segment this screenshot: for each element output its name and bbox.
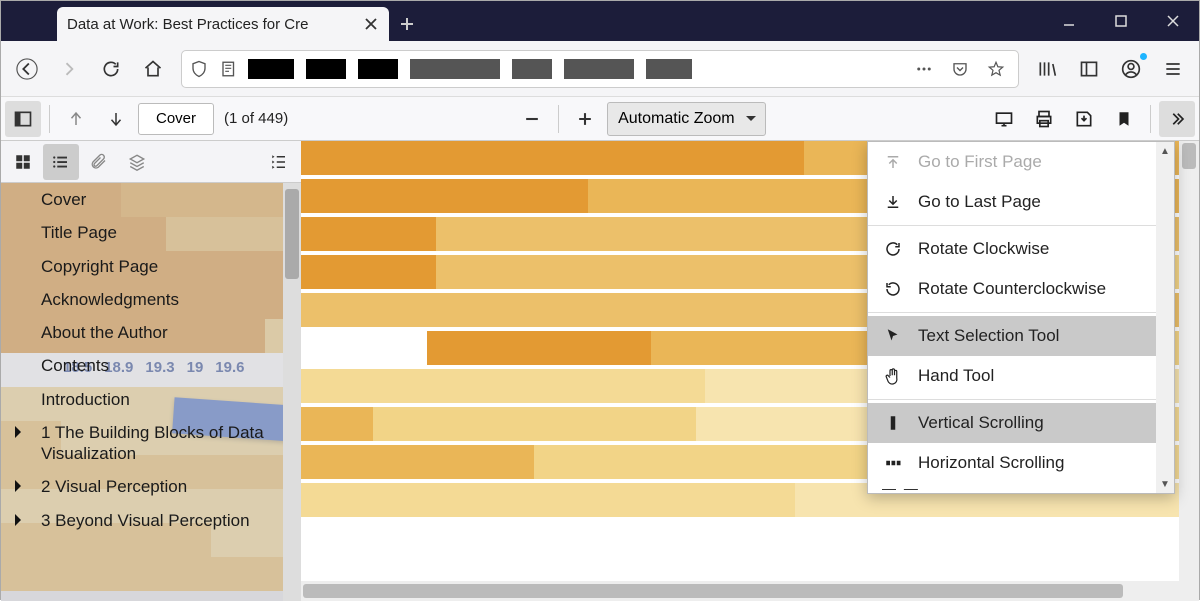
layers-button[interactable] xyxy=(119,144,155,180)
thumbnails-view-button[interactable] xyxy=(5,144,41,180)
page-input[interactable] xyxy=(138,103,214,135)
outline-item[interactable]: About the Author xyxy=(1,316,301,349)
outline-item[interactable]: 2 Visual Perception xyxy=(1,470,301,503)
outline-item[interactable]: 3 Beyond Visual Perception xyxy=(1,504,301,537)
pdf-toolbar: (1 of 449) Automatic Zoom xyxy=(1,97,1199,141)
bookmark-star-icon[interactable] xyxy=(980,49,1012,89)
new-tab-button[interactable] xyxy=(389,7,425,41)
forward-button[interactable] xyxy=(49,49,89,89)
pdf-sidebar: 18.518.919.31919.6 Cover Title Page Copy… xyxy=(1,141,301,601)
zoom-out-button[interactable] xyxy=(514,101,550,137)
shield-icon[interactable] xyxy=(188,58,210,80)
back-button[interactable] xyxy=(7,49,47,89)
outline-item[interactable]: Introduction xyxy=(1,383,301,416)
maximize-button[interactable] xyxy=(1095,1,1147,41)
expand-icon[interactable] xyxy=(15,480,27,492)
outline-item[interactable]: Copyright Page xyxy=(1,250,301,283)
library-icon[interactable] xyxy=(1027,49,1067,89)
sidebar-toolbar xyxy=(1,141,301,183)
rotate-ccw-icon xyxy=(882,278,904,300)
menu-scrollbar[interactable]: ▲▼ xyxy=(1156,142,1174,493)
document-viewport[interactable]: Go to First Page Go to Last Page Rotate … xyxy=(301,141,1199,601)
go-bottom-icon xyxy=(882,191,904,213)
toggle-sidebar-button[interactable] xyxy=(5,101,41,137)
tab-title: Data at Work: Best Practices for Cre xyxy=(67,16,355,33)
menu-rotate-cw[interactable]: Rotate Clockwise xyxy=(868,229,1174,269)
browser-titlebar: Data at Work: Best Practices for Cre xyxy=(1,1,1199,41)
outline-item[interactable]: 1 The Building Blocks of Data Visualizat… xyxy=(1,416,301,471)
close-tab-icon[interactable] xyxy=(363,16,379,32)
outline-item[interactable]: Title Page xyxy=(1,216,301,249)
page-info-icon[interactable] xyxy=(218,58,240,80)
hamburger-menu-icon[interactable] xyxy=(1153,49,1193,89)
zoom-select[interactable]: Automatic Zoom xyxy=(607,102,766,136)
menu-go-first-page: Go to First Page xyxy=(868,142,1174,182)
presentation-button[interactable] xyxy=(986,101,1022,137)
menu-text-selection[interactable]: Text Selection Tool xyxy=(868,316,1174,356)
account-icon[interactable] xyxy=(1111,49,1151,89)
next-page-button[interactable] xyxy=(98,101,134,137)
horizontal-scroll-icon xyxy=(882,452,904,474)
window-controls xyxy=(1043,1,1199,41)
browser-navbar xyxy=(1,41,1199,97)
browser-tab[interactable]: Data at Work: Best Practices for Cre xyxy=(57,7,389,41)
close-window-button[interactable] xyxy=(1147,1,1199,41)
more-actions-icon[interactable] xyxy=(908,49,940,89)
print-button[interactable] xyxy=(1026,101,1062,137)
reload-button[interactable] xyxy=(91,49,131,89)
outline-scrollbar[interactable] xyxy=(283,183,301,601)
menu-hand-tool[interactable]: Hand Tool xyxy=(868,356,1174,396)
url-bar[interactable] xyxy=(181,50,1019,88)
doc-scrollbar-vertical[interactable] xyxy=(1179,141,1199,601)
menu-horizontal-scrolling[interactable]: Horizontal Scrolling xyxy=(868,443,1174,483)
zoom-in-button[interactable] xyxy=(567,101,603,137)
attachments-button[interactable] xyxy=(81,144,117,180)
outline-item[interactable]: Cover xyxy=(1,183,301,216)
cursor-icon xyxy=(882,325,904,347)
outline-options-button[interactable] xyxy=(261,144,297,180)
minimize-button[interactable] xyxy=(1043,1,1095,41)
bookmark-button[interactable] xyxy=(1106,101,1142,137)
pocket-icon[interactable] xyxy=(944,49,976,89)
outline-list: Cover Title Page Copyright Page Acknowle… xyxy=(1,183,301,601)
vertical-scroll-icon xyxy=(882,412,904,434)
rotate-cw-icon xyxy=(882,238,904,260)
sidebar-toggle-icon[interactable] xyxy=(1069,49,1109,89)
tools-dropdown-menu: Go to First Page Go to Last Page Rotate … xyxy=(867,141,1175,494)
menu-rotate-ccw[interactable]: Rotate Counterclockwise xyxy=(868,269,1174,309)
outline-view-button[interactable] xyxy=(43,144,79,180)
outline-item[interactable]: Acknowledgments xyxy=(1,283,301,316)
outline-panel: 18.518.919.31919.6 Cover Title Page Copy… xyxy=(1,183,301,601)
tools-menu-button[interactable] xyxy=(1159,101,1195,137)
url-redacted xyxy=(248,59,900,79)
prev-page-button[interactable] xyxy=(58,101,94,137)
menu-vertical-scrolling[interactable]: Vertical Scrolling xyxy=(868,403,1174,443)
download-button[interactable] xyxy=(1066,101,1102,137)
go-top-icon xyxy=(882,151,904,173)
home-button[interactable] xyxy=(133,49,173,89)
outline-item[interactable]: Contents xyxy=(1,349,301,382)
expand-icon[interactable] xyxy=(15,514,27,526)
menu-go-last-page[interactable]: Go to Last Page xyxy=(868,182,1174,222)
doc-scrollbar-horizontal[interactable] xyxy=(301,581,1179,601)
pdf-content-area: 18.518.919.31919.6 Cover Title Page Copy… xyxy=(1,141,1199,601)
hand-icon xyxy=(882,365,904,387)
page-count: (1 of 449) xyxy=(224,110,288,127)
expand-icon[interactable] xyxy=(15,426,27,438)
